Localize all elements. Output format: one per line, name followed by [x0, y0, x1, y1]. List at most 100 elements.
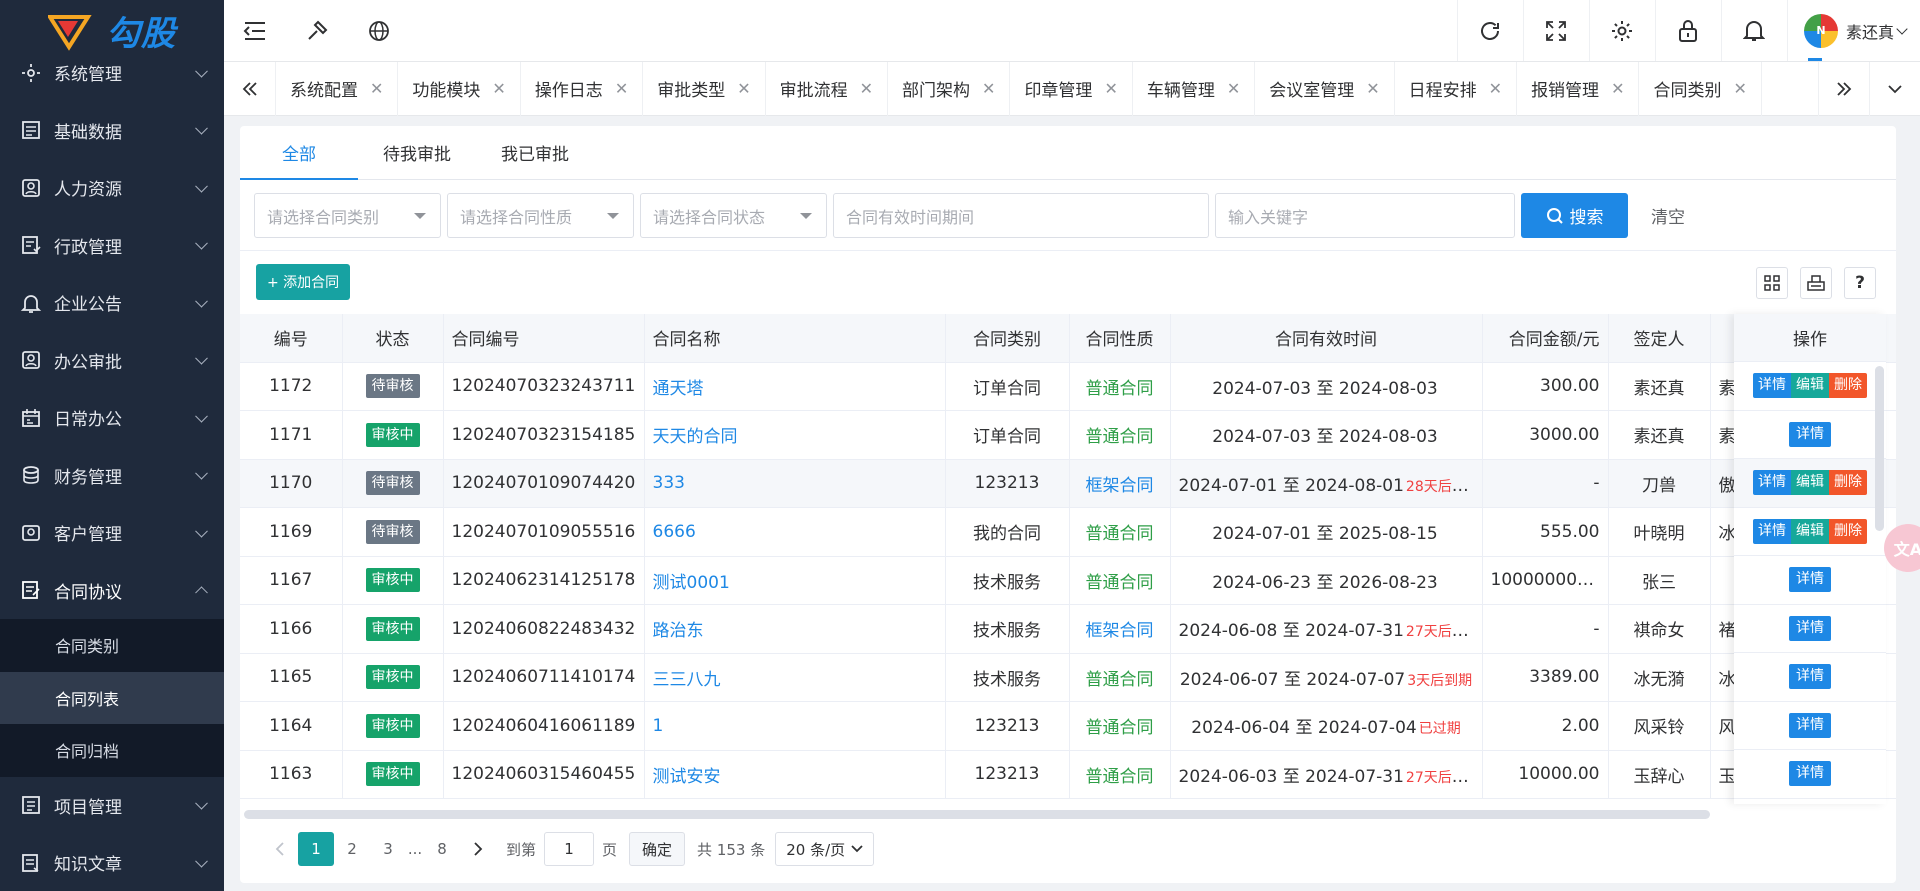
detail-button[interactable]: 详情 [1789, 421, 1831, 447]
contract-name-link[interactable]: 测试安安 [653, 767, 721, 787]
keyword-input[interactable]: 输入关键字 [1215, 193, 1515, 238]
contract-name-link[interactable]: 路治东 [653, 621, 704, 641]
contract-status-select[interactable]: 请选择合同状态 [640, 193, 827, 238]
submenu-item[interactable]: 合同列表 [0, 671, 224, 724]
detail-button[interactable]: 详情 [1789, 615, 1831, 641]
subtab[interactable]: 全部 [240, 125, 358, 180]
clear-button[interactable]: 清空 [1628, 193, 1708, 238]
page-tab[interactable]: 审批类型 ✕ [643, 61, 766, 116]
contract-name-link[interactable]: 333 [653, 473, 685, 493]
sidebar-item-7[interactable]: 日常办公 [0, 389, 224, 447]
horizontal-scrollbar[interactable] [244, 810, 1710, 819]
page-tab[interactable]: 报销管理 ✕ [1517, 61, 1640, 116]
page-tab[interactable]: 功能模块 ✕ [398, 61, 521, 116]
contract-name-link[interactable]: 三三八九 [653, 670, 721, 690]
print-icon[interactable] [1800, 267, 1832, 299]
close-icon[interactable]: ✕ [1366, 79, 1379, 98]
sidebar-item-2[interactable]: 基础数据 [0, 102, 224, 160]
detail-button[interactable]: 详情 [1789, 761, 1831, 787]
tabs-menu-chevron-icon[interactable] [1870, 62, 1920, 116]
page-number[interactable]: 8 [424, 832, 460, 866]
page-number[interactable]: 1 [298, 832, 334, 866]
sidebar-item-10[interactable]: 合同协议 [0, 562, 224, 620]
sidebar-item-12[interactable]: 知识文章 [0, 834, 224, 891]
page-tab[interactable]: 合同类别 ✕ [1639, 61, 1762, 116]
column-header[interactable]: 合同类别 [945, 314, 1070, 363]
contract-type-select[interactable]: 请选择合同类别 [254, 193, 441, 238]
close-icon[interactable]: ✕ [982, 79, 995, 98]
sidebar-item-4[interactable]: 行政管理 [0, 217, 224, 275]
close-icon[interactable]: ✕ [615, 79, 628, 98]
date-range-input[interactable]: 合同有效时间期间 [833, 193, 1209, 238]
page-number[interactable]: 3 [370, 832, 406, 866]
detail-button[interactable]: 详情 [1789, 712, 1831, 738]
sidebar-item-9[interactable]: 客户管理 [0, 504, 224, 562]
contract-name-link[interactable]: 测试0001 [653, 573, 730, 593]
lock-icon[interactable] [1654, 0, 1721, 61]
column-header[interactable]: 编号 [240, 314, 343, 363]
sidebar-item-5[interactable]: 企业公告 [0, 274, 224, 332]
next-page-icon[interactable] [460, 832, 496, 866]
delete-button[interactable]: 删除 [1829, 518, 1867, 544]
page-tab[interactable]: 日程安排 ✕ [1395, 61, 1518, 116]
detail-button[interactable]: 详情 [1753, 518, 1791, 544]
detail-button[interactable]: 详情 [1753, 470, 1791, 496]
page-tab[interactable]: 会议室管理 ✕ [1255, 61, 1395, 116]
column-header[interactable]: 合同编号 [443, 314, 645, 363]
subtab[interactable]: 我已审批 [476, 125, 594, 179]
page-size-select[interactable]: 20 条/页 [775, 832, 875, 866]
column-header[interactable]: 合同有效时间 [1170, 314, 1483, 363]
close-icon[interactable]: ✕ [492, 79, 505, 98]
close-icon[interactable]: ✕ [1104, 79, 1117, 98]
contract-name-link[interactable]: 1 [653, 716, 664, 736]
sidebar-item-8[interactable]: 财务管理 [0, 447, 224, 505]
vertical-scrollbar[interactable] [1875, 366, 1884, 531]
column-header[interactable]: 合同金额/元 [1482, 314, 1609, 363]
submenu-item[interactable]: 合同归档 [0, 724, 224, 777]
subtab[interactable]: 待我审批 [358, 125, 476, 179]
contract-name-link[interactable]: 通天塔 [653, 379, 704, 399]
page-tab[interactable]: 审批流程 ✕ [766, 61, 889, 116]
table-row[interactable]: 1164 审核中 12024060416061189 1 123213 普通合同 2024-… [240, 701, 1896, 751]
column-filter-grid-icon[interactable] [1756, 267, 1788, 299]
close-icon[interactable]: ✕ [1733, 79, 1746, 98]
column-header[interactable]: 签定人 [1608, 314, 1711, 363]
table-row[interactable]: 1170 待审核 12024070109074420 333 123213 框架合同 202… [240, 459, 1896, 508]
column-header[interactable]: 合同名称 [644, 314, 946, 363]
table-row[interactable]: 1169 待审核 12024070109055516 6666 我的合同 普通合同 2024… [240, 507, 1896, 557]
prev-page-icon[interactable] [262, 832, 298, 866]
close-icon[interactable]: ✕ [1611, 79, 1624, 98]
contract-name-link[interactable]: 天天的合同 [653, 427, 738, 447]
contract-nature-select[interactable]: 请选择合同性质 [447, 193, 634, 238]
page-number[interactable]: 2 [334, 832, 370, 866]
page-tab[interactable]: 车辆管理 ✕ [1133, 61, 1256, 116]
page-tab[interactable]: 操作日志 ✕ [521, 61, 644, 116]
add-contract-button[interactable]: + 添加合同 [256, 264, 351, 300]
close-icon[interactable]: ✕ [370, 79, 383, 98]
delete-button[interactable]: 删除 [1829, 373, 1867, 399]
logo[interactable]: 勾股 [0, 0, 224, 61]
sidebar-item-6[interactable]: 办公审批 [0, 332, 224, 390]
edit-button[interactable]: 编辑 [1791, 470, 1829, 496]
refresh-icon[interactable] [1456, 0, 1523, 61]
column-header[interactable]: 状态 [342, 314, 444, 363]
user-menu[interactable]: N 素还真 [1786, 0, 1920, 61]
tabs-scroll-right-icon[interactable] [1818, 61, 1870, 116]
tabs-scroll-left-icon[interactable] [224, 61, 276, 116]
confirm-goto-button[interactable]: 确定 [629, 832, 686, 866]
page-tab[interactable]: 印章管理 ✕ [1010, 61, 1133, 116]
clear-cache-brush-icon[interactable] [286, 0, 348, 61]
submenu-item[interactable]: 合同类别 [0, 619, 224, 672]
detail-button[interactable]: 详情 [1789, 567, 1831, 593]
edit-button[interactable]: 编辑 [1791, 373, 1829, 399]
help-question-icon[interactable]: ? [1844, 267, 1876, 299]
delete-button[interactable]: 删除 [1829, 470, 1867, 496]
sidebar-item-11[interactable]: 项目管理 [0, 777, 224, 835]
table-row[interactable]: 1163 审核中 12024060315460455 测试安安 123213 普通合同 20… [240, 750, 1896, 799]
notification-bell-icon[interactable] [1720, 0, 1787, 61]
goto-page-input[interactable]: 1 [544, 832, 595, 866]
close-icon[interactable]: ✕ [860, 79, 873, 98]
page-tab[interactable]: 系统配置 ✕ [276, 61, 399, 116]
table-row[interactable]: 1172 待审核 12024070323243711 通天塔 订单合同 普通合同 2024-… [240, 362, 1896, 411]
detail-button[interactable]: 详情 [1789, 664, 1831, 690]
